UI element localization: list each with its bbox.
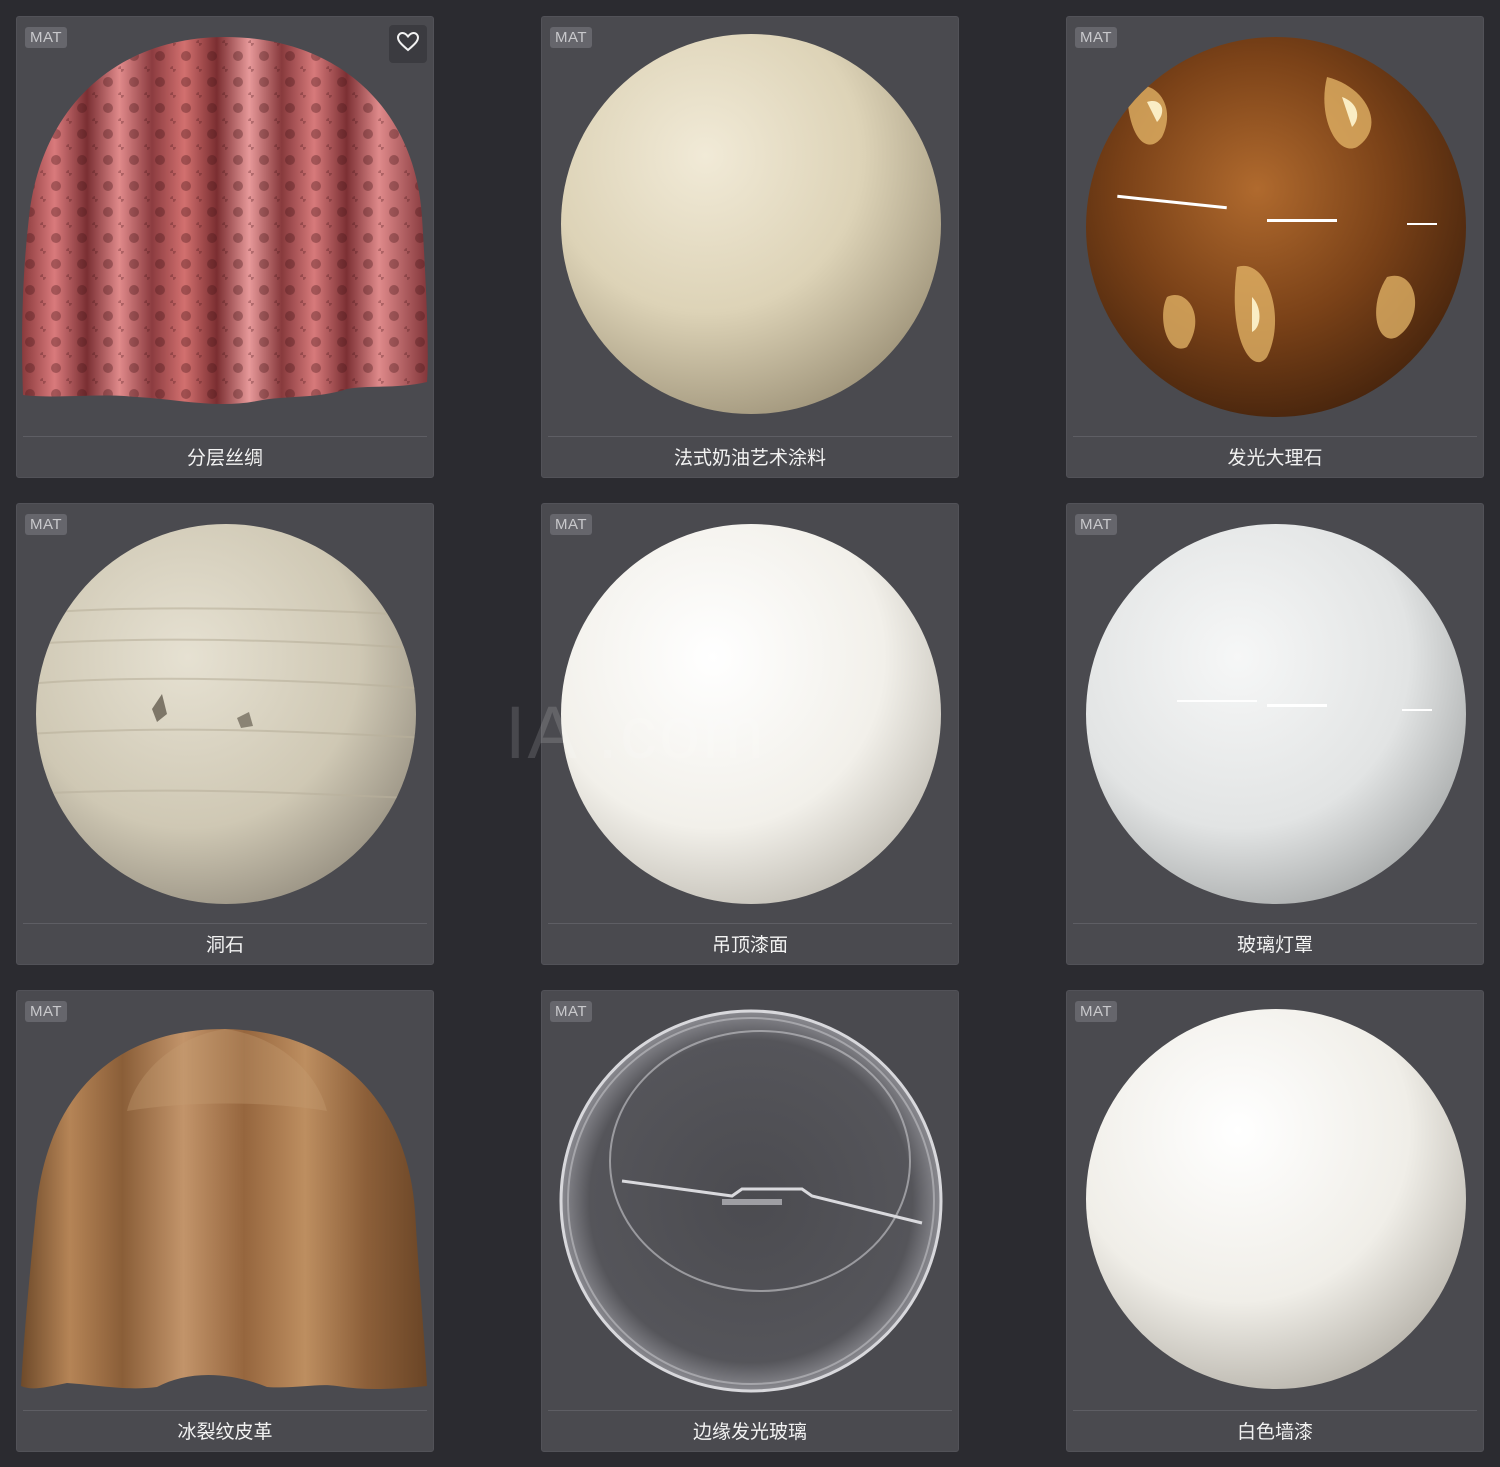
card-divider	[548, 923, 952, 924]
card-divider	[548, 1410, 952, 1411]
card-divider	[1073, 436, 1477, 437]
mat-badge: MAT	[1075, 27, 1118, 48]
material-preview-silk	[17, 17, 433, 435]
card-divider	[548, 436, 952, 437]
material-preview-glass-shade	[1067, 504, 1483, 922]
material-name: 吊顶漆面	[711, 934, 788, 956]
material-card[interactable]: MAT 边缘发光玻璃	[541, 990, 959, 1452]
material-preview-cream	[542, 17, 958, 435]
favorite-button[interactable]	[389, 25, 427, 63]
card-divider	[1073, 1410, 1477, 1411]
material-card[interactable]: MAT 分层丝绸	[16, 16, 434, 478]
mat-badge: MAT	[550, 27, 593, 48]
card-divider	[23, 436, 427, 437]
card-divider	[23, 923, 427, 924]
mat-badge: MAT	[25, 27, 68, 48]
mat-badge: MAT	[25, 1001, 68, 1022]
material-card[interactable]: MAT 白色墙漆	[1066, 990, 1484, 1452]
material-card[interactable]: MAT 发光大理石	[1066, 16, 1484, 478]
material-name: 冰裂纹皮革	[177, 1421, 273, 1443]
card-divider	[23, 1410, 427, 1411]
mat-badge: MAT	[550, 1001, 593, 1022]
material-name: 发光大理石	[1227, 447, 1323, 469]
material-name: 洞石	[205, 934, 244, 956]
material-card[interactable]: MAT 吊顶漆面	[541, 503, 959, 965]
card-divider	[1073, 923, 1477, 924]
material-preview-leather	[17, 991, 433, 1409]
mat-badge: MAT	[25, 514, 68, 535]
material-card[interactable]: MAT 洞石	[16, 503, 434, 965]
heart-outline-icon	[396, 31, 420, 56]
material-preview-white-wall-paint	[1067, 991, 1483, 1409]
material-preview-edge-glass	[542, 991, 958, 1409]
material-name: 白色墙漆	[1236, 1421, 1313, 1443]
material-preview-marble	[1067, 17, 1483, 435]
material-card[interactable]: MAT 玻璃灯罩	[1066, 503, 1484, 965]
material-preview-ceiling-paint	[542, 504, 958, 922]
material-name: 玻璃灯罩	[1236, 934, 1313, 956]
mat-badge: MAT	[1075, 514, 1118, 535]
mat-badge: MAT	[1075, 1001, 1118, 1022]
material-grid: MAT 分层丝绸 MAT 法式奶油艺术涂料 MAT 发光大理石 MAT 洞石 M…	[0, 0, 1500, 1467]
mat-badge: MAT	[550, 514, 593, 535]
material-preview-travertine	[17, 504, 433, 922]
material-name: 法式奶油艺术涂料	[673, 447, 826, 469]
material-card[interactable]: MAT 法式奶油艺术涂料	[541, 16, 959, 478]
material-name: 边缘发光玻璃	[692, 1421, 807, 1443]
material-name: 分层丝绸	[186, 447, 263, 469]
material-card[interactable]: MAT 冰裂纹皮革	[16, 990, 434, 1452]
